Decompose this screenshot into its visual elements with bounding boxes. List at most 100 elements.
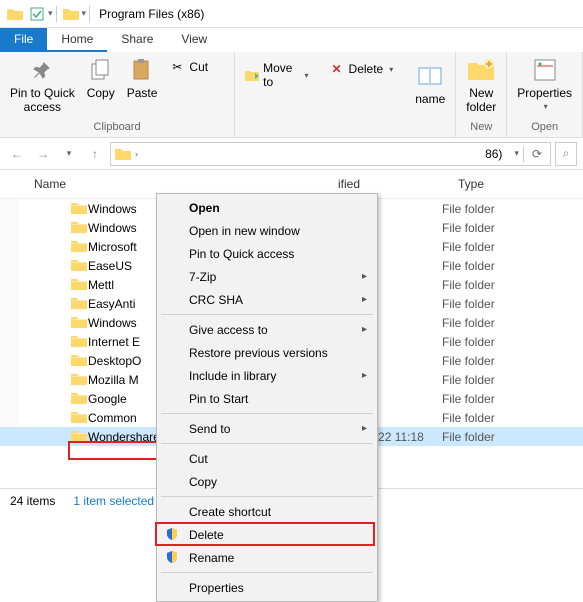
search-icon: ⌕ [563,146,570,161]
folder-icon [70,334,88,350]
status-count: 24 items [10,494,55,508]
menu-label: Open [189,201,220,215]
search-box[interactable]: ⌕ [555,142,577,166]
menu-item-rename[interactable]: Rename [159,546,375,569]
menu-item-properties[interactable]: Properties [159,576,375,599]
menu-label: Include in library [189,369,276,383]
paste-icon [128,56,156,84]
delete-button[interactable]: ✕Delete▾ [325,60,398,78]
file-type: File folder [442,354,583,368]
folder-icon [70,239,88,255]
menu-item-cut[interactable]: Cut [159,447,375,470]
ribbon-group-new: New folder New [456,52,507,137]
menu-item-give-access-to[interactable]: Give access to▸ [159,318,375,341]
new-folder-label: New folder [466,86,496,115]
cut-button[interactable]: ✂Cut [165,58,228,76]
menu-item-open-in-new-window[interactable]: Open in new window [159,219,375,242]
rename-button[interactable]: name [411,60,449,108]
menu-item-open[interactable]: Open [159,196,375,219]
pin-label: Pin to Quick access [10,86,75,115]
file-type: File folder [442,240,583,254]
pin-quick-access-button[interactable]: Pin to Quick access [6,54,79,117]
properties-button[interactable]: Properties ▾ [513,54,576,114]
file-type: File folder [442,202,583,216]
nav-forward-button[interactable]: → [32,143,54,165]
move-icon [245,67,259,83]
chevron-down-icon: ▾ [305,71,309,80]
menu-item-crc-sha[interactable]: CRC SHA ▸ [159,288,375,311]
file-type: File folder [442,373,583,387]
tab-file[interactable]: File [0,28,47,52]
chevron-down-icon: ▾ [389,65,393,74]
move-to-button[interactable]: Move to▾ [241,60,312,90]
menu-item-copy[interactable]: Copy [159,470,375,493]
file-type: File folder [442,278,583,292]
file-type: File folder [442,316,583,330]
properties-icon [531,56,559,84]
nav-history-button[interactable]: ▾ [58,143,80,165]
new-folder-icon [467,56,495,84]
ribbon-group-open: Properties ▾ Open [507,52,583,137]
ribbon: Pin to Quick access Copy Paste ✂Cut Copy… [0,52,583,138]
menu-label: Pin to Start [189,392,248,406]
pin-icon [28,56,56,84]
ribbon-group-clipboard: Pin to Quick access Copy Paste ✂Cut Copy… [0,52,235,137]
menu-label: Cut [189,452,208,466]
menu-item-send-to[interactable]: Send to▸ [159,417,375,440]
chevron-right-icon: ▸ [362,294,367,305]
file-type: File folder [442,392,583,406]
chevron-down-icon[interactable]: ▾ [48,8,53,19]
save-icon[interactable] [28,5,46,23]
menu-label: Rename [189,551,234,565]
new-folder-button[interactable]: New folder [462,54,500,117]
menu-item-restore-previous-versions[interactable]: Restore previous versions [159,341,375,364]
menu-label: Give access to [189,323,268,337]
menu-label: 7-Zip [189,270,216,284]
menu-item-include-in-library[interactable]: Include in library ▸ [159,364,375,387]
tab-view[interactable]: View [167,28,221,52]
menu-item-delete[interactable]: Delete [159,523,375,546]
cut-icon: ✂ [169,59,185,75]
ribbon-tabs: File Home Share View [0,28,583,52]
file-type: File folder [442,335,583,349]
column-name[interactable]: Name [0,174,330,194]
folder-icon [115,146,131,162]
folder-icon [70,296,88,312]
copy-button[interactable]: Copy [83,54,119,102]
menu-item-pin-to-start[interactable]: Pin to Start [159,387,375,410]
chevron-down-icon: ▾ [544,102,548,112]
tab-home[interactable]: Home [47,28,107,52]
new-group-label: New [462,121,500,135]
chevron-down-icon[interactable]: ▾ [82,8,87,19]
chevron-right-icon: ▸ [362,370,367,381]
menu-item-create-shortcut[interactable]: Create shortcut [159,500,375,523]
open-group-label: Open [513,121,576,135]
address-bar: ← → ▾ ↑ › 86) ▾ ⟳ ⌕ [0,138,583,170]
column-modified[interactable]: ified [330,174,450,194]
nav-up-button[interactable]: ↑ [84,143,106,165]
nav-back-button[interactable]: ← [6,143,28,165]
column-type[interactable]: Type [450,174,583,194]
tab-share[interactable]: Share [107,28,167,52]
menu-item-7-zip[interactable]: 7-Zip▸ [159,265,375,288]
menu-label: Open in new window [189,224,300,238]
context-menu: Open Open in new window Pin to Quick acces… [156,193,378,602]
menu-label: CRC SHA [189,293,243,307]
refresh-icon[interactable]: ⟳ [528,147,546,161]
folder-icon [70,277,88,293]
rename-icon [416,62,444,90]
shield-icon [165,550,181,566]
folder-icon [70,391,88,407]
paste-label: Paste [127,86,158,100]
paste-button[interactable]: Paste [123,54,162,102]
chevron-down-icon[interactable]: ▾ [514,148,519,159]
folder-icon [70,372,88,388]
menu-item-pin-to-quick-access[interactable]: Pin to Quick access [159,242,375,265]
properties-label: Properties [517,86,572,100]
shield-icon [165,527,181,543]
file-type: File folder [442,221,583,235]
file-type: File folder [442,297,583,311]
chevron-right-icon[interactable]: › [135,149,138,159]
folder-icon [70,353,88,369]
address-box[interactable]: › 86) ▾ ⟳ [110,142,551,166]
